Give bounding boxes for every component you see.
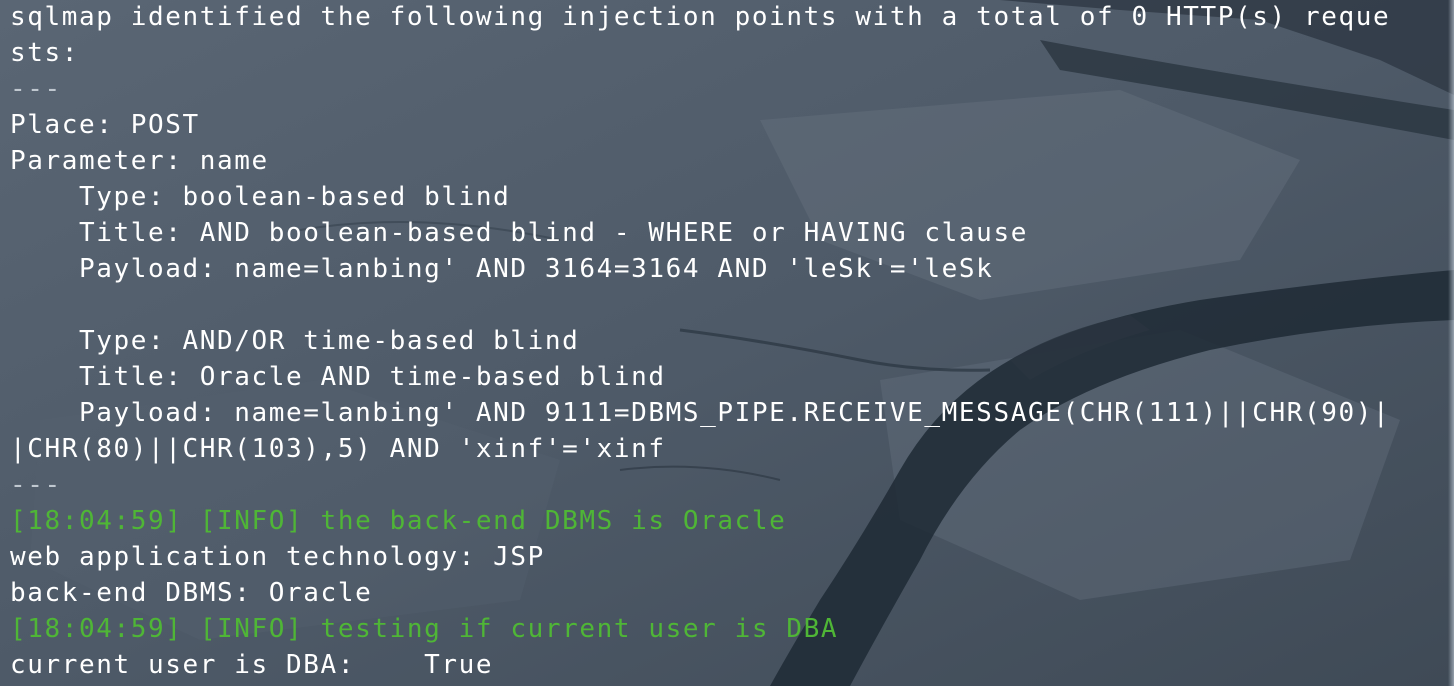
output-line: Place: POST [10,110,200,140]
separator-line: --- [10,74,62,104]
output-line: current user is DBA: True [10,650,494,680]
info-log-line: [18:04:59] [INFO] testing if current use… [10,614,839,644]
output-line: Title: Oracle AND time-based blind [10,362,666,392]
output-line: back-end DBMS: Oracle [10,578,373,608]
separator-line: --- [10,470,62,500]
output-line: Title: AND boolean-based blind - WHERE o… [10,218,1028,248]
output-line: sts: [10,38,80,68]
output-line: web application technology: JSP [10,542,545,572]
output-line: Parameter: name [10,146,269,176]
output-line: Type: boolean-based blind [10,182,511,212]
terminal-output[interactable]: sqlmap identified the following injectio… [10,0,1450,683]
terminal-window[interactable]: sqlmap identified the following injectio… [0,0,1454,686]
output-line: Type: AND/OR time-based blind [10,326,580,356]
info-log-line: [18:04:59] [INFO] the back-end DBMS is O… [10,506,787,536]
output-line: sqlmap identified the following injectio… [10,2,1391,32]
output-line: Payload: name=lanbing' AND 9111=DBMS_PIP… [10,398,1391,428]
output-line: Payload: name=lanbing' AND 3164=3164 AND… [10,254,994,284]
output-line: |CHR(80)||CHR(103),5) AND 'xinf'='xinf [10,434,666,464]
